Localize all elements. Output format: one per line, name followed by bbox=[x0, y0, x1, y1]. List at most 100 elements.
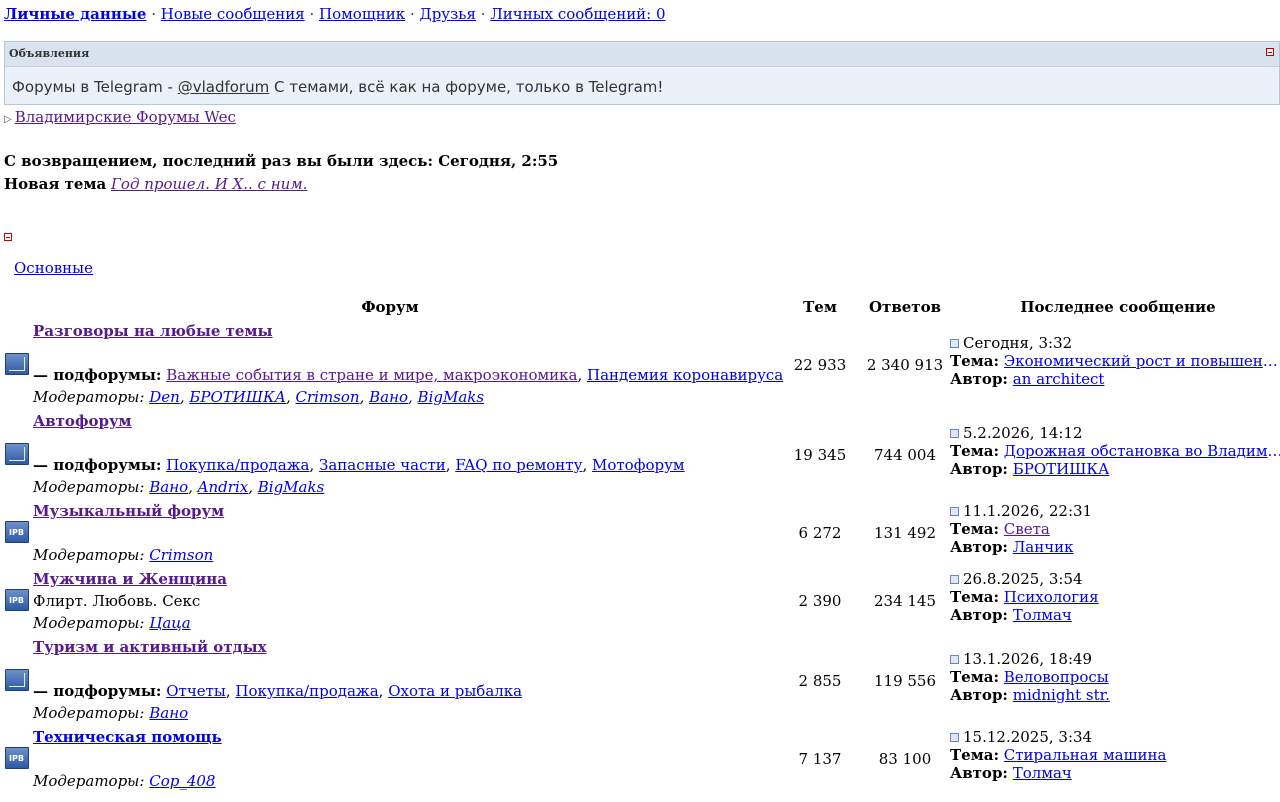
friends-link[interactable]: Друзья bbox=[420, 5, 476, 23]
forum-title-link[interactable]: Мужчина и Женщина bbox=[33, 570, 227, 588]
topics-count: 2 390 bbox=[798, 592, 842, 610]
last-post-icon[interactable] bbox=[950, 655, 959, 664]
top-nav: Личные данные · Новые сообщения · Помощн… bbox=[4, 5, 666, 23]
last-post-icon[interactable] bbox=[950, 575, 959, 584]
nav-separator: · bbox=[480, 5, 486, 23]
moderator-link[interactable]: Crimson bbox=[296, 388, 360, 406]
announcements-box: Объявления Форумы в Telegram - @vladforu… bbox=[4, 41, 1280, 105]
last-topic-link[interactable]: Стиральная машина bbox=[1004, 746, 1167, 764]
moderator-link[interactable]: Вано bbox=[149, 704, 188, 722]
replies-count: 119 556 bbox=[873, 672, 937, 690]
subforum-link[interactable]: Мотофорум bbox=[592, 456, 685, 474]
forum-subforums-icon bbox=[5, 443, 29, 465]
ipb-icon-label: IPB bbox=[9, 596, 24, 605]
author-label: Автор: bbox=[950, 764, 1008, 782]
collapse-icon[interactable] bbox=[1266, 48, 1274, 56]
moderators-label: Модераторы: bbox=[33, 388, 145, 406]
last-post-date: 5.2.2026, 14:12 bbox=[963, 424, 1083, 442]
last-author-link[interactable]: an architect bbox=[1013, 370, 1105, 388]
triangle-right-icon: ▷ bbox=[4, 114, 12, 125]
topics-count: 6 272 bbox=[798, 524, 842, 542]
nav-separator: · bbox=[409, 5, 415, 23]
topics-count: 7 137 bbox=[798, 750, 842, 768]
moderators-label: Модераторы: bbox=[33, 704, 145, 722]
moderator-link[interactable]: BigMaks bbox=[418, 388, 485, 406]
moderator-link[interactable]: Crimson bbox=[149, 546, 213, 564]
forum-subforums-icon bbox=[5, 669, 29, 691]
announcements-body: Форумы в Telegram - @vladforum С темами,… bbox=[5, 67, 1279, 96]
private-messages-link[interactable]: Личных сообщений: 0 bbox=[490, 5, 665, 23]
topics-count: 22 933 bbox=[793, 356, 847, 374]
topics-count: 2 855 bbox=[798, 672, 842, 690]
last-author-link[interactable]: БРОТИШКА bbox=[1013, 460, 1110, 478]
subforum-link[interactable]: FAQ по ремонту bbox=[455, 456, 582, 474]
last-post-date: 15.12.2025, 3:34 bbox=[963, 728, 1093, 746]
last-post-icon[interactable] bbox=[950, 507, 959, 516]
last-topic-link[interactable]: Дорожная обстановка во Владими... bbox=[1004, 442, 1280, 460]
replies-count: 744 004 bbox=[873, 446, 937, 464]
last-author-link[interactable]: Толмач bbox=[1013, 606, 1072, 624]
moderator-link[interactable]: Den bbox=[149, 388, 180, 406]
forum-row: Автофорум — подфорумы: Покупка/продажа, … bbox=[0, 412, 1280, 502]
ipb-icon-label: IPB bbox=[9, 754, 24, 763]
category-title-link[interactable]: Основные bbox=[14, 259, 93, 277]
subforum-link[interactable]: Важные события в стране и мире, макроэко… bbox=[166, 366, 577, 384]
last-topic-link[interactable]: Света bbox=[1004, 520, 1050, 538]
personal-data-link[interactable]: Личные данные bbox=[4, 5, 146, 23]
last-post-icon[interactable] bbox=[950, 733, 959, 742]
last-topic-link[interactable]: Веловопросы bbox=[1004, 668, 1109, 686]
announce-text-after: С темами, всё как на форуме, только в Te… bbox=[269, 78, 664, 96]
subforum-link[interactable]: Пандемия коронавируса bbox=[587, 366, 783, 384]
forum-row: IPB Музыкальный форум Модераторы: Crimso… bbox=[0, 502, 1280, 570]
subforum-link[interactable]: Отчеты bbox=[166, 682, 226, 700]
moderator-link[interactable]: Вано bbox=[369, 388, 408, 406]
moderator-link[interactable]: Цаца bbox=[149, 614, 190, 632]
last-topic-link[interactable]: Психология bbox=[1004, 588, 1099, 606]
category-collapse-icon[interactable] bbox=[4, 233, 12, 241]
replies-count: 83 100 bbox=[878, 750, 932, 768]
subforum-link[interactable]: Покупка/продажа bbox=[235, 682, 378, 700]
subforums-label: — подфорумы: bbox=[33, 456, 162, 474]
forum-title-link[interactable]: Туризм и активный отдых bbox=[33, 638, 267, 656]
forum-icon: IPB bbox=[5, 589, 29, 611]
forum-title-link[interactable]: Автофорум bbox=[33, 412, 132, 430]
topic-label: Тема: bbox=[950, 442, 999, 460]
new-topic-line: Новая тема Год прошел. И Х.. с ним. bbox=[4, 175, 307, 193]
moderator-link[interactable]: БРОТИШКА bbox=[189, 388, 286, 406]
forum-title-link[interactable]: Техническая помощь bbox=[33, 728, 222, 746]
forum-title-link[interactable]: Музыкальный форум bbox=[33, 502, 224, 520]
breadcrumb-home-link[interactable]: Владимирские Форумы Wec bbox=[15, 108, 236, 126]
last-post-date: 11.1.2026, 22:31 bbox=[963, 502, 1093, 520]
moderator-link[interactable]: Cop_408 bbox=[149, 772, 215, 790]
last-post-icon[interactable] bbox=[950, 429, 959, 438]
last-topic-link[interactable]: Экономический рост и повышение... bbox=[1004, 352, 1280, 370]
subforum-link[interactable]: Запасные части bbox=[319, 456, 446, 474]
moderator-link[interactable]: BigMaks bbox=[258, 478, 325, 496]
topic-label: Тема: bbox=[950, 352, 999, 370]
forum-row: IPB Техническая помощь Модераторы: Cop_4… bbox=[0, 728, 1280, 796]
topic-label: Тема: bbox=[950, 588, 999, 606]
forum-icon: IPB bbox=[5, 521, 29, 543]
ipb-icon-label: IPB bbox=[9, 528, 24, 537]
replies-count: 2 340 913 bbox=[866, 356, 944, 374]
subforum-link[interactable]: Охота и рыбалка bbox=[388, 682, 522, 700]
topic-label: Тема: bbox=[950, 746, 999, 764]
breadcrumb: ▷ Владимирские Форумы Wec bbox=[4, 108, 236, 126]
forum-subforums-icon bbox=[5, 353, 29, 375]
new-messages-link[interactable]: Новые сообщения bbox=[161, 5, 305, 23]
new-topic-link[interactable]: Год прошел. И Х.. с ним. bbox=[111, 175, 307, 193]
subforum-link[interactable]: Покупка/продажа bbox=[166, 456, 309, 474]
moderator-link[interactable]: Вано bbox=[149, 478, 188, 496]
author-label: Автор: bbox=[950, 370, 1008, 388]
forum-title-link[interactable]: Разговоры на любые темы bbox=[33, 322, 273, 340]
helper-link[interactable]: Помощник bbox=[319, 5, 405, 23]
last-post-icon[interactable] bbox=[950, 339, 959, 348]
last-author-link[interactable]: Толмач bbox=[1013, 764, 1072, 782]
moderators-label: Модераторы: bbox=[33, 478, 145, 496]
telegram-link[interactable]: @vladforum bbox=[178, 78, 270, 96]
moderator-link[interactable]: Andrix bbox=[198, 478, 249, 496]
forum-row: Разговоры на любые темы — подфорумы: Важ… bbox=[0, 322, 1280, 412]
last-author-link[interactable]: Ланчик bbox=[1013, 538, 1074, 556]
last-post-date: 26.8.2025, 3:54 bbox=[963, 570, 1083, 588]
last-author-link[interactable]: midnight str. bbox=[1013, 686, 1110, 704]
